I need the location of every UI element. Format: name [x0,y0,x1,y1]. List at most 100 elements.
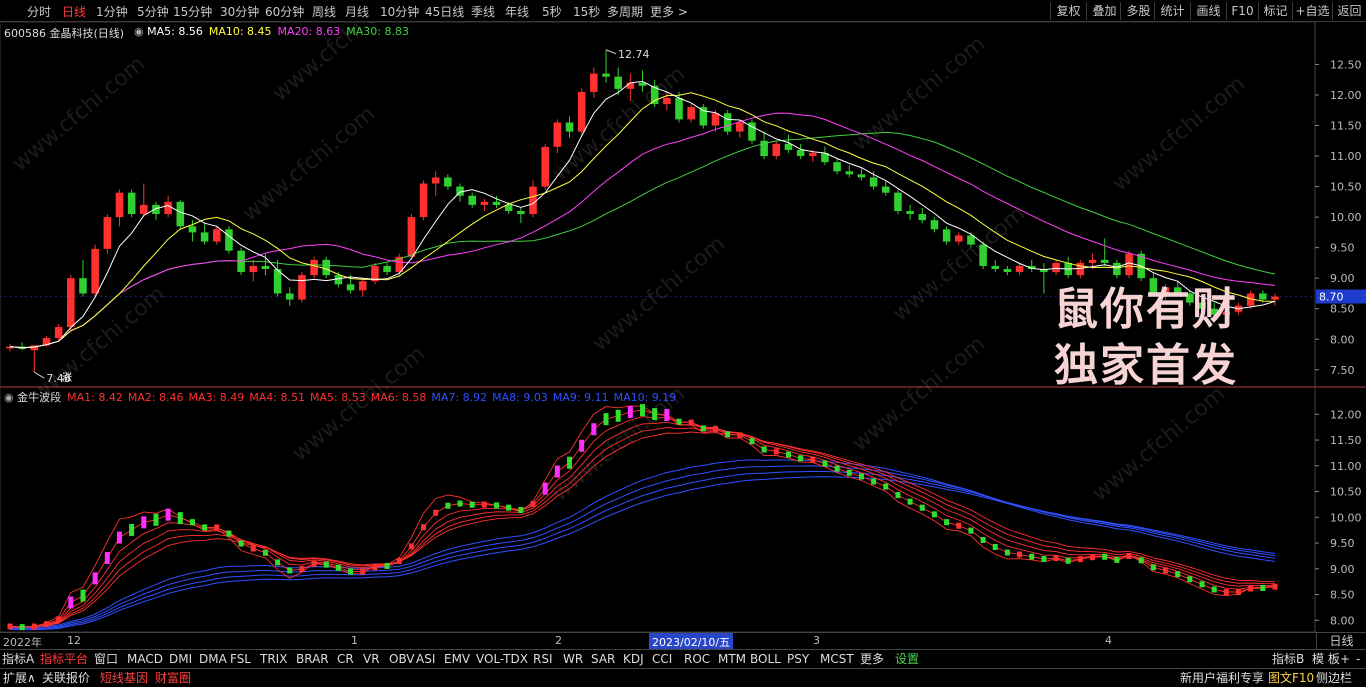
indicator-tab-3[interactable]: MACD [127,651,163,668]
period-1[interactable]: 日线 [62,4,86,20]
red-band-line-2 [9,416,1276,628]
band-dot [871,478,877,485]
band-dot [275,559,281,566]
price-tick-label: 8.00 [1330,333,1355,346]
indicator-tab-18[interactable]: KDJ [623,651,644,668]
indicator-tab-12[interactable]: ASI [416,651,435,668]
band-dot [189,519,195,526]
indicator-tab-24[interactable]: MCST [820,651,854,668]
band-dot [1053,554,1059,561]
watermark-text: www.cfchi.com [888,201,1030,326]
candle-body [590,73,598,92]
indicator-tab-14[interactable]: VOL-TDX [476,651,528,668]
band-dot [311,560,317,567]
indicator-tab-7[interactable]: TRIX [260,651,287,668]
indicator-tab-21[interactable]: MTM [718,651,746,668]
band-dot [737,432,743,439]
indicator-tab-8[interactable]: BRAR [296,651,329,668]
sub-tick-label: 9.50 [1330,537,1355,550]
period-14[interactable]: 15秒 [573,4,600,20]
band-dot [542,482,548,495]
indicator-tab-16[interactable]: WR [563,651,583,668]
status-right-1[interactable]: 图文F10 [1268,670,1314,687]
band-dot [348,568,354,575]
indicator-right-0[interactable]: 指标B [1272,651,1304,668]
indicator-right-1[interactable]: 模 板 [1312,651,1340,668]
candle-body [663,98,671,105]
candle-body [115,192,124,218]
period-0[interactable]: 分时 [27,4,51,20]
period-10[interactable]: 45日线 [425,4,464,20]
period-8[interactable]: 月线 [345,4,369,20]
indicator-right-2[interactable]: + [1340,651,1350,668]
indicator-tab-11[interactable]: OBV [389,651,415,668]
tool-button-5[interactable]: F10 [1226,2,1258,20]
tool-button-4[interactable]: 画线 [1190,2,1226,20]
candle-body [358,281,367,291]
period-15[interactable]: 多周期 [607,4,643,20]
indicator-tab-17[interactable]: SAR [591,651,615,668]
period-7[interactable]: 周线 [312,4,336,20]
tool-button-3[interactable]: 统计 [1154,2,1190,20]
indicator-tab-25[interactable]: 更多 [860,651,884,668]
status-left-3[interactable]: 财富圈 [155,670,191,687]
indicator-tab-0[interactable]: 指标A [2,651,34,668]
period-3[interactable]: 5分钟 [137,4,169,20]
watermark-text: www.cfchi.com [1088,381,1230,506]
indicator-tab-22[interactable]: BOLL [750,651,781,668]
band-dot [396,557,402,564]
indicator-tab-15[interactable]: RSI [533,651,553,668]
tool-button-7[interactable]: +自选 [1292,2,1332,20]
candle-body [894,192,902,211]
period-2[interactable]: 1分钟 [96,4,128,20]
band-dot [688,419,694,426]
status-left-0[interactable]: 扩展∧ [3,670,36,687]
tool-button-0[interactable]: 复权 [1050,2,1086,20]
period-4[interactable]: 15分钟 [173,4,212,20]
candle-body [979,244,987,266]
indicator-tab-2[interactable]: 窗口 [94,651,118,668]
indicator-tab-5[interactable]: DMA [199,651,227,668]
tool-button-6[interactable]: 标记 [1258,2,1292,20]
indicator-right-3[interactable]: - [1356,651,1360,668]
candle-body [152,204,160,215]
axis-period-button[interactable]: 日线 [1316,633,1366,650]
status-left-1[interactable]: 关联报价 [42,670,90,687]
indicator-tab-19[interactable]: CCI [652,651,672,668]
indicator-tab-4[interactable]: DMI [169,651,192,668]
period-13[interactable]: 5秒 [542,4,562,20]
period-6[interactable]: 60分钟 [265,4,304,20]
status-right-0[interactable]: 新用户福利专享 [1180,670,1264,687]
band-dot [202,524,208,531]
candle-body [261,265,270,270]
indicator-tab-10[interactable]: VR [363,651,380,668]
period-5[interactable]: 30分钟 [220,4,259,20]
tool-button-1[interactable]: 叠加 [1086,2,1122,20]
sub-legend-toggle-icon[interactable]: ◉ [4,391,17,404]
indicator-tab-6[interactable]: FSL [230,651,251,668]
band-dot [250,545,256,552]
blue-band-line-2 [9,470,1276,630]
period-12[interactable]: 年线 [505,4,529,20]
period-11[interactable]: 季线 [471,4,495,20]
status-right-2[interactable]: 侧边栏 《 [1316,670,1366,687]
indicator-tab-13[interactable]: EMV [444,651,470,668]
band-dot [834,465,840,472]
red-band-line-3 [9,421,1276,628]
candle-body [127,192,136,215]
tool-button-2[interactable]: 多股 [1120,2,1156,20]
up-badge: 涨 [62,372,72,384]
tool-button-8[interactable]: 返回 [1332,2,1366,20]
band-dot [640,404,645,417]
period-16[interactable]: 更多 > [650,4,688,20]
indicator-tab-1[interactable]: 指标平台 [40,651,88,668]
indicator-tab-20[interactable]: ROC [684,651,710,668]
indicator-tab-9[interactable]: CR [337,651,354,668]
last-price-label: 8.70 [1319,291,1344,304]
indicator-tab-23[interactable]: PSY [787,651,809,668]
indicator-tab-26[interactable]: 设置 [895,651,919,668]
band-dot [299,566,305,573]
status-left-2[interactable]: 短线基因 [100,670,148,687]
period-9[interactable]: 10分钟 [380,4,419,20]
legend-toggle-icon[interactable]: ◉ [134,25,147,38]
